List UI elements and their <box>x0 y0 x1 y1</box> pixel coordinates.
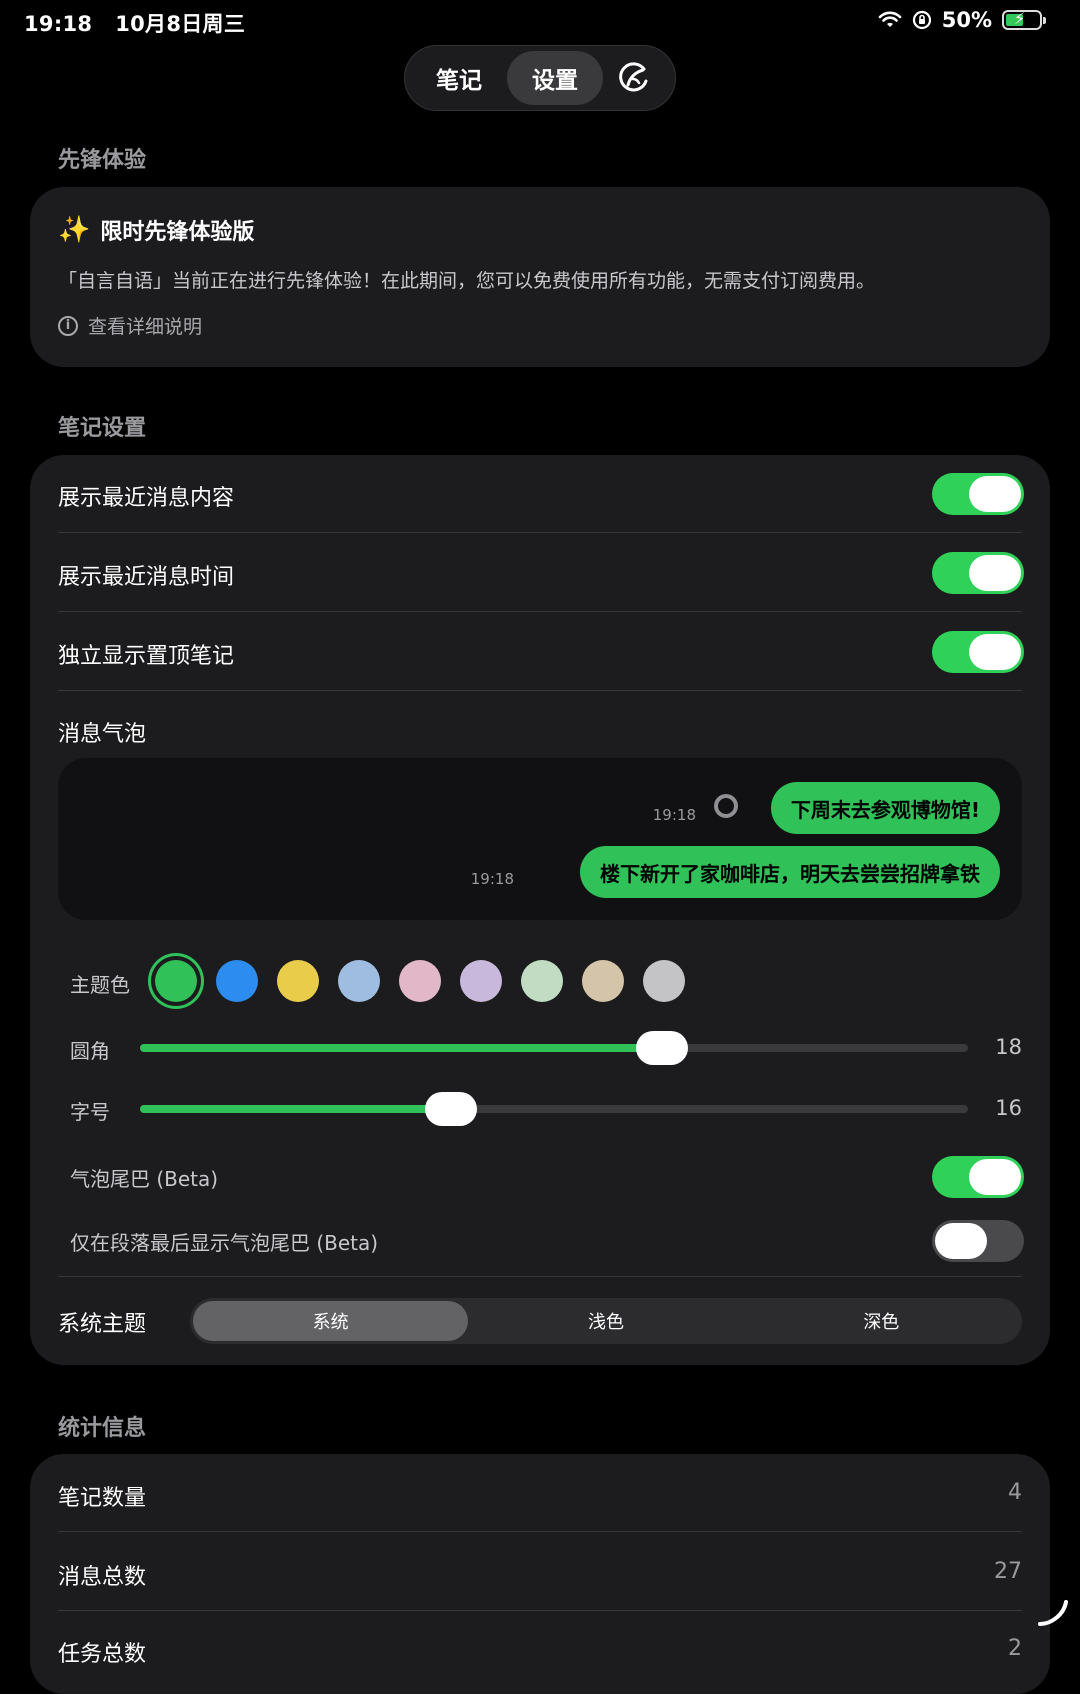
segment-system[interactable]: 系统 <box>193 1301 469 1341</box>
corner-swipe-icon <box>1036 1596 1070 1637</box>
toggle-label-bubble-tail: 气泡尾巴 (Beta) <box>70 1167 219 1191</box>
stat-value-tasks: 2 <box>1008 1636 1022 1661</box>
slider-value-font-size: 16 <box>995 1096 1022 1120</box>
theme-color-label: 主题色 <box>70 973 130 997</box>
divider <box>58 690 1022 691</box>
divider <box>58 532 1022 533</box>
divider <box>58 611 1022 612</box>
status-time: 19:18 10月8日周三 <box>24 12 246 36</box>
details-link-text: 查看详细说明 <box>88 316 203 338</box>
theme-swatch[interactable] <box>643 960 685 1002</box>
message-bubble: 下周末去参观博物馆! <box>770 782 1000 834</box>
tab-notes[interactable]: 笔记 <box>411 51 507 105</box>
stat-label-messages: 消息总数 <box>58 1565 147 1590</box>
toggle-recent-content[interactable] <box>932 473 1024 515</box>
stat-label-tasks: 任务总数 <box>58 1642 147 1667</box>
stats-card <box>30 1454 1050 1694</box>
toggle-label-recent-time: 展示最近消息时间 <box>58 565 235 590</box>
theme-swatch[interactable] <box>399 960 441 1002</box>
info-icon: i <box>58 315 78 336</box>
segment-dark[interactable]: 深色 <box>744 1301 1019 1341</box>
slider-fill <box>140 1044 662 1052</box>
slider-thumb[interactable] <box>424 1092 477 1126</box>
battery-percent: 50% <box>941 8 992 32</box>
slider-fill <box>140 1105 451 1113</box>
toggle-label-pinned: 独立显示置顶笔记 <box>58 644 235 669</box>
leaf-chart-icon[interactable] <box>603 51 663 105</box>
toggle-bubble-tail[interactable] <box>932 1156 1024 1198</box>
stat-value-notes: 4 <box>1008 1480 1022 1505</box>
status-indicators: 50% ⚡ <box>878 8 1046 32</box>
bubble-section-label: 消息气泡 <box>58 722 147 747</box>
divider <box>58 1276 1022 1277</box>
bubble-time: 19:18 <box>652 806 696 824</box>
tab-settings[interactable]: 设置 <box>507 51 603 105</box>
slider-radius[interactable] <box>140 1031 968 1065</box>
slider-value-radius: 18 <box>995 1035 1022 1059</box>
rotation-lock-icon <box>912 10 931 30</box>
status-date: 10月8日周三 <box>115 12 246 36</box>
section-title-pioneer: 先锋体验 <box>58 148 147 173</box>
theme-swatch[interactable] <box>460 960 502 1002</box>
divider <box>58 1531 1022 1532</box>
toggle-label-recent-content: 展示最近消息内容 <box>58 486 235 511</box>
toggle-tail-last-only[interactable] <box>932 1220 1024 1262</box>
slider-thumb[interactable] <box>635 1031 688 1065</box>
battery-icon: ⚡ <box>1002 9 1046 30</box>
segment-light[interactable]: 浅色 <box>468 1301 743 1341</box>
section-title-note-settings: 笔记设置 <box>58 416 147 441</box>
theme-swatch[interactable] <box>216 960 258 1002</box>
toggle-pinned[interactable] <box>932 631 1024 673</box>
section-title-stats: 统计信息 <box>58 1416 147 1441</box>
toggle-recent-time[interactable] <box>932 552 1024 594</box>
pioneer-card-title: ✨ 限时先锋体验版 <box>58 214 254 246</box>
bubble-time: 19:18 <box>470 870 514 888</box>
pioneer-title-text: 限时先锋体验版 <box>100 220 255 245</box>
theme-swatch[interactable] <box>277 960 319 1002</box>
system-theme-label: 系统主题 <box>58 1312 147 1337</box>
stat-label-notes: 笔记数量 <box>58 1486 147 1511</box>
slider-label-font-size: 字号 <box>70 1100 110 1124</box>
message-bubble: 楼下新开了家咖啡店，明天去尝尝招牌拿铁 <box>580 846 1000 898</box>
slider-label-radius: 圆角 <box>70 1039 110 1063</box>
theme-swatch[interactable] <box>582 960 624 1002</box>
theme-swatch[interactable] <box>521 960 563 1002</box>
theme-swatch[interactable] <box>338 960 380 1002</box>
pending-ring-icon <box>714 794 738 818</box>
bubble-preview: 19:18 下周末去参观博物馆! 19:18 楼下新开了家咖啡店，明天去尝尝招牌… <box>58 758 1022 920</box>
toggle-label-tail-last-only: 仅在段落最后显示气泡尾巴 (Beta) <box>70 1231 379 1255</box>
slider-font-size[interactable] <box>140 1092 968 1126</box>
sparkle-icon: ✨ <box>58 215 91 245</box>
stat-value-messages: 27 <box>994 1559 1022 1584</box>
theme-swatch[interactable] <box>155 960 197 1002</box>
pioneer-description: 「自言自语」当前正在进行先锋体验！在此期间，您可以免费使用所有功能，无需支付订阅… <box>58 270 876 292</box>
system-theme-segmented: 系统 浅色 深色 <box>190 1298 1022 1344</box>
details-link[interactable]: i 查看详细说明 <box>58 312 202 339</box>
wifi-icon <box>878 11 902 27</box>
divider <box>58 1610 1022 1611</box>
top-nav: 笔记 设置 <box>404 45 676 111</box>
